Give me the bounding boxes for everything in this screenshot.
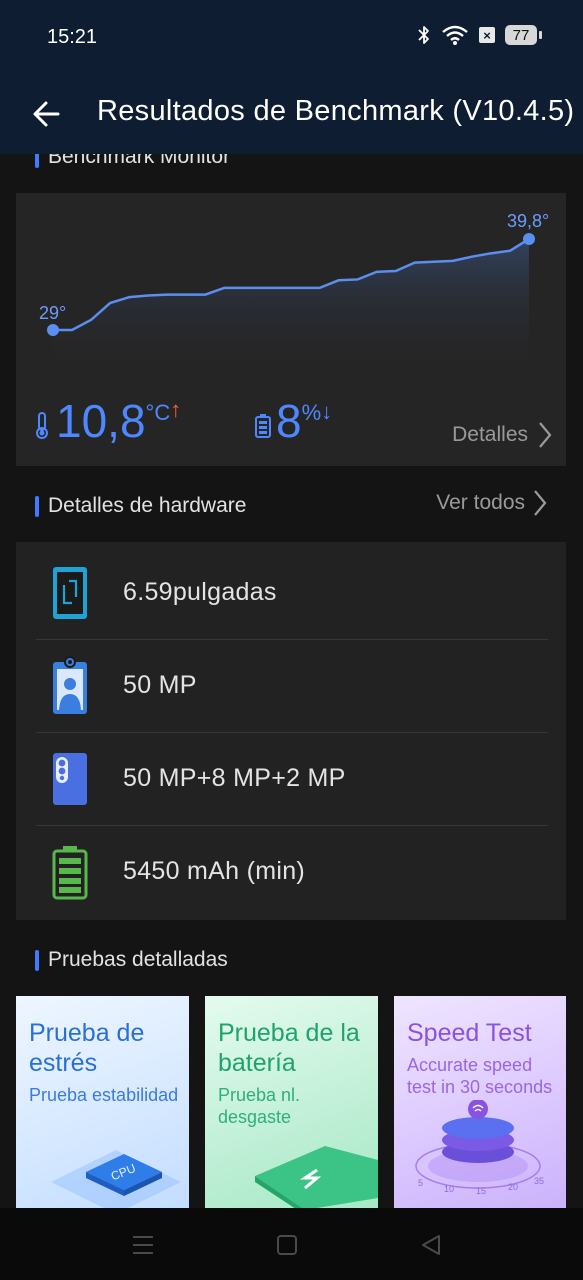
test-subtitle-line1: Prueba nl. bbox=[218, 1085, 301, 1105]
hardware-row-front-camera[interactable]: 50 MP bbox=[36, 639, 548, 733]
chevron-right-icon bbox=[539, 422, 552, 448]
temp-end-label: 39,8° bbox=[507, 211, 550, 231]
battery-drop-reading: 8 % ↓ bbox=[254, 398, 332, 444]
cpu-chip-icon: CPU bbox=[51, 1150, 181, 1210]
status-icons: × 77 bbox=[417, 24, 542, 46]
battery-drop-unit: % bbox=[301, 400, 322, 425]
status-bar: 15:21 × 77 bbox=[0, 0, 583, 76]
temp-start-label: 29° bbox=[39, 303, 67, 323]
hardware-text: 50 MP+8 MP+2 MP bbox=[123, 764, 346, 792]
test-title: Speed Test bbox=[407, 1019, 532, 1047]
view-all-link[interactable]: Ver todos bbox=[436, 489, 547, 517]
details-label: Detalles bbox=[452, 423, 528, 446]
hardware-text: 50 MP bbox=[123, 671, 197, 699]
details-link[interactable]: Detalles bbox=[452, 421, 552, 449]
dial-tick: 5 bbox=[418, 1178, 423, 1188]
section-header-hardware: Detalles de hardware bbox=[35, 494, 246, 518]
test-subtitle-line2: test in 30 seconds bbox=[407, 1077, 553, 1097]
dial-tick: 15 bbox=[476, 1186, 486, 1196]
temp-end-point bbox=[523, 233, 535, 245]
test-title: Prueba de estrés bbox=[29, 1019, 145, 1077]
front-camera-icon bbox=[52, 655, 88, 714]
battery-test-card[interactable]: Prueba de la batería Prueba nl. desgaste bbox=[205, 996, 378, 1210]
test-title: Prueba de la batería bbox=[218, 1019, 360, 1077]
back-triangle-icon[interactable] bbox=[420, 1234, 442, 1256]
app-bar-overlay: Resultados de Benchmark (V10.4.5) bbox=[0, 76, 583, 154]
bluetooth-icon bbox=[418, 26, 429, 44]
arrow-down-icon: ↓ bbox=[321, 399, 333, 424]
section-accent-bar bbox=[35, 495, 39, 517]
dial-tick: 10 bbox=[444, 1184, 454, 1194]
temperature-rise-reading: 10,8 °C ↑ bbox=[32, 395, 182, 447]
data-off-icon: × bbox=[479, 27, 495, 43]
battery-icon: 77 bbox=[505, 25, 542, 45]
menu-icon[interactable] bbox=[131, 1234, 155, 1256]
test-subtitle: Prueba estabilidad bbox=[29, 1085, 179, 1105]
hardware-text: 5450 mAh (min) bbox=[123, 857, 306, 885]
battery-drop-value: 8 bbox=[276, 395, 302, 447]
temp-rise-unit: °C bbox=[145, 400, 171, 425]
rear-camera-icon bbox=[52, 751, 88, 807]
status-time: 15:21 bbox=[47, 26, 98, 48]
temp-rise-value: 10,8 bbox=[56, 395, 146, 447]
hardware-card[interactable]: 6.59pulgadas 50 MP 50 MP+8 MP+2 MP 5450 … bbox=[16, 542, 566, 920]
battery-level: 77 bbox=[512, 26, 530, 44]
hardware-row-rear-camera[interactable]: 50 MP+8 MP+2 MP bbox=[36, 732, 548, 826]
dial-tick: 20 bbox=[508, 1182, 518, 1192]
arrow-up-icon: ↑ bbox=[170, 397, 182, 422]
view-all-label: Ver todos bbox=[436, 491, 525, 514]
battery-small-icon bbox=[255, 414, 271, 438]
hardware-row-screen[interactable]: 6.59pulgadas bbox=[36, 546, 548, 640]
speed-test-card[interactable]: Speed Test Accurate speed test in 30 sec… bbox=[394, 996, 566, 1210]
temperature-chart bbox=[47, 233, 535, 373]
hardware-text: 6.59pulgadas bbox=[123, 578, 277, 606]
test-subtitle-line1: Accurate speed bbox=[407, 1055, 533, 1075]
stress-test-card[interactable]: Prueba de estrés Prueba estabilidad CPU bbox=[16, 996, 189, 1210]
dial-tick: 35 bbox=[534, 1176, 544, 1186]
system-nav-bar bbox=[0, 1208, 583, 1280]
arrow-left-icon[interactable] bbox=[28, 94, 68, 134]
section-header-tests: Pruebas detalladas bbox=[35, 948, 228, 972]
speed-dial-icon: 5 10 15 20 35 bbox=[415, 1100, 544, 1196]
section-accent-bar bbox=[35, 949, 39, 971]
page-title-overlay: Resultados de Benchmark (V10.4.5) bbox=[97, 95, 575, 127]
battery-capacity-icon bbox=[52, 844, 88, 900]
benchmark-monitor-card[interactable]: 29° 39,8° 10,8 °C ↑ 8 % ↓ Detalles bbox=[16, 193, 566, 466]
temp-start-point bbox=[47, 324, 59, 336]
wifi-icon bbox=[442, 25, 468, 45]
hardware-row-battery[interactable]: 5450 mAh (min) bbox=[36, 825, 548, 918]
chevron-right-icon bbox=[534, 490, 547, 516]
section-title-tests: Pruebas detalladas bbox=[48, 948, 228, 971]
screen-size-icon bbox=[52, 565, 88, 621]
battery-charging-icon bbox=[255, 1146, 378, 1210]
home-icon[interactable] bbox=[276, 1234, 298, 1256]
section-title-hardware: Detalles de hardware bbox=[48, 494, 247, 517]
thermometer-icon bbox=[36, 412, 48, 439]
